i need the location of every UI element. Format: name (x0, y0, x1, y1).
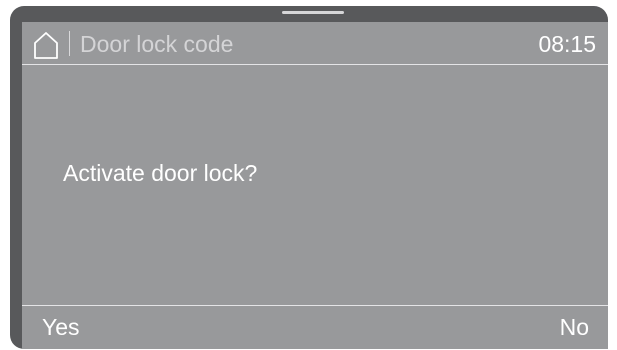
header-divider (69, 31, 70, 56)
clock-time: 08:15 (538, 31, 596, 57)
display-screen: Door lock code 08:15 Activate door lock?… (22, 22, 608, 349)
device-frame: Door lock code 08:15 Activate door lock?… (10, 6, 608, 349)
page-title: Door lock code (80, 31, 234, 57)
home-icon[interactable] (32, 30, 60, 60)
top-notch (282, 11, 344, 14)
header-bar: Door lock code 08:15 (22, 22, 608, 65)
dialog-prompt: Activate door lock? (63, 160, 258, 186)
footer-bar: Yes No (22, 305, 608, 350)
yes-button[interactable]: Yes (42, 313, 80, 341)
no-button[interactable]: No (560, 313, 589, 341)
